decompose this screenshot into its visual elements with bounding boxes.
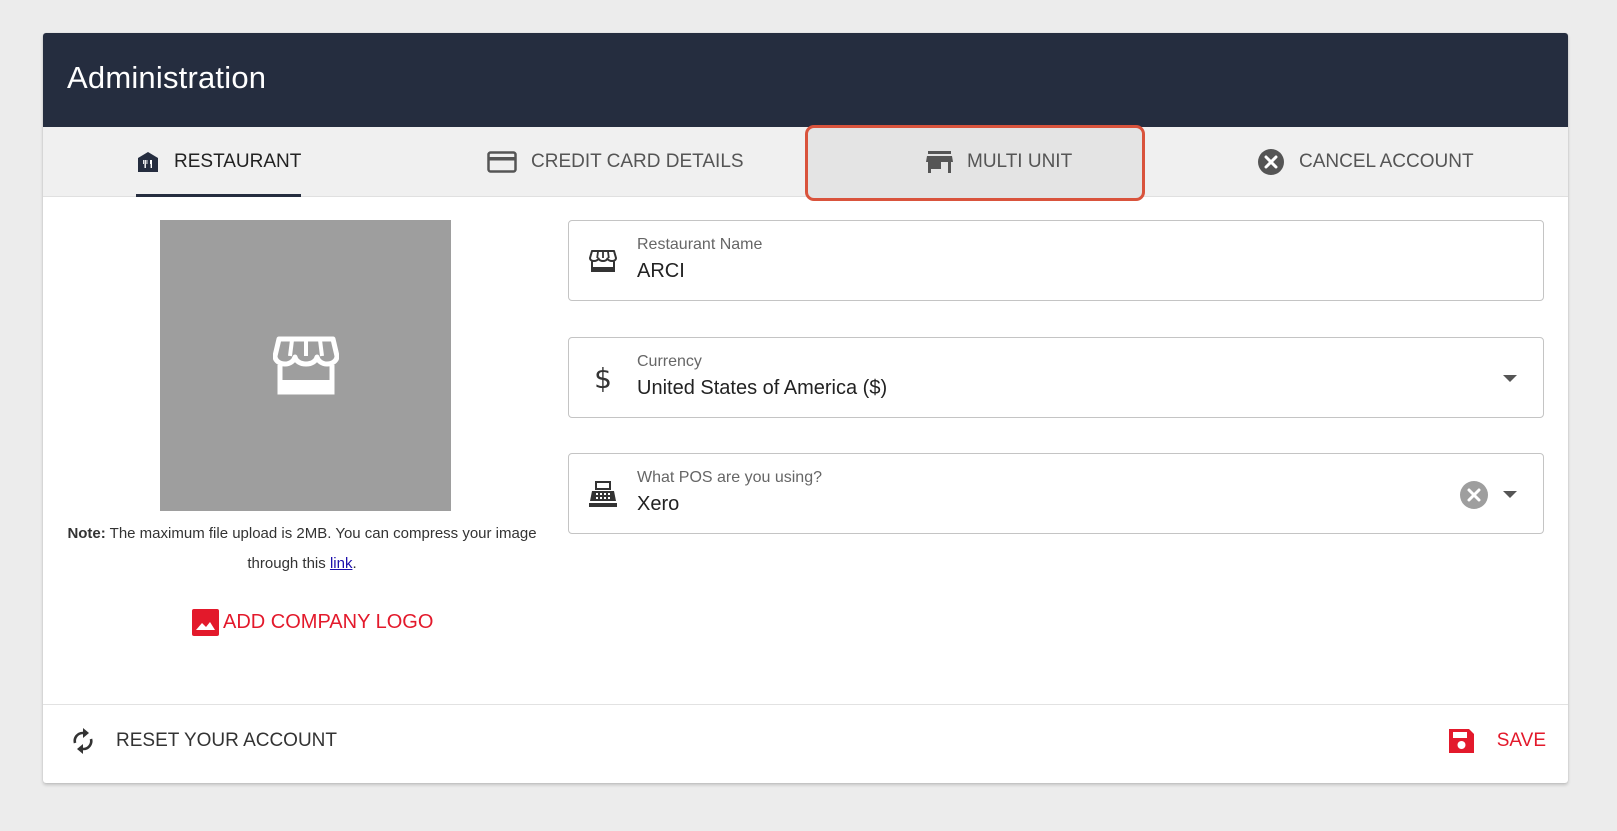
page-header: Administration — [43, 33, 1568, 127]
refresh-icon — [70, 727, 96, 755]
administration-card: Administration RESTAURANT CREDIT CARD DE… — [43, 33, 1568, 783]
restaurant-panel: Note: The maximum file upload is 2MB. Yo… — [43, 197, 1568, 705]
restaurant-icon — [136, 150, 160, 174]
tab-label: RESTAURANT — [174, 151, 302, 172]
restaurant-name-field[interactable]: Restaurant Name ARCI — [568, 220, 1544, 301]
storefront-icon — [588, 246, 618, 276]
pos-select[interactable]: What POS are you using? Xero — [568, 453, 1544, 534]
compress-link[interactable]: link — [330, 555, 353, 572]
clear-icon[interactable] — [1460, 481, 1488, 514]
field-label: Restaurant Name — [637, 236, 763, 253]
reset-label: RESET YOUR ACCOUNT — [116, 730, 338, 751]
chevron-down-icon[interactable] — [1503, 375, 1517, 382]
currency-select[interactable]: $ Currency United States of America ($) — [568, 337, 1544, 418]
note-label: Note: — [67, 525, 106, 542]
credit-card-icon — [487, 150, 517, 174]
tab-restaurant[interactable]: RESTAURANT — [136, 127, 302, 197]
add-company-logo-button[interactable]: ADD COMPANY LOGO — [192, 609, 433, 636]
tab-bar: RESTAURANT CREDIT CARD DETAILS MULTI UNI… — [43, 125, 1568, 201]
logo-preview[interactable] — [160, 220, 451, 511]
field-label: Currency — [637, 353, 702, 370]
restaurant-name-input[interactable]: ARCI — [637, 260, 685, 283]
tab-multi-unit[interactable]: MULTI UNIT — [926, 127, 1072, 197]
tab-credit-card-details[interactable]: CREDIT CARD DETAILS — [487, 127, 744, 197]
tab-label: CREDIT CARD DETAILS — [531, 151, 744, 172]
chevron-down-icon[interactable] — [1503, 491, 1517, 498]
pos-value: Xero — [637, 493, 680, 515]
storefront-icon — [272, 336, 339, 396]
tab-label: MULTI UNIT — [967, 151, 1073, 172]
reset-account-button[interactable]: RESET YOUR ACCOUNT — [70, 727, 337, 755]
tab-label: CANCEL ACCOUNT — [1299, 151, 1474, 172]
page-title: Administration — [67, 60, 267, 95]
save-icon — [1447, 727, 1475, 755]
upload-note: Note: The maximum file upload is 2MB. Yo… — [67, 519, 537, 579]
dollar-icon: $ — [594, 361, 612, 395]
cash-register-icon — [588, 479, 618, 509]
note-text: The maximum file upload is 2MB. You can … — [109, 525, 537, 572]
note-end: . — [352, 555, 357, 572]
field-label: What POS are you using? — [637, 469, 822, 486]
tab-cancel-account[interactable]: CANCEL ACCOUNT — [1257, 127, 1474, 197]
add-logo-label: ADD COMPANY LOGO — [223, 611, 434, 633]
save-button[interactable]: SAVE — [1447, 727, 1546, 755]
image-icon — [192, 609, 219, 636]
card-footer: RESET YOUR ACCOUNT SAVE — [43, 705, 1568, 782]
currency-value: United States of America ($) — [637, 377, 888, 399]
save-label: SAVE — [1496, 730, 1546, 751]
store-icon — [926, 150, 953, 174]
cancel-circle-icon — [1257, 148, 1285, 176]
